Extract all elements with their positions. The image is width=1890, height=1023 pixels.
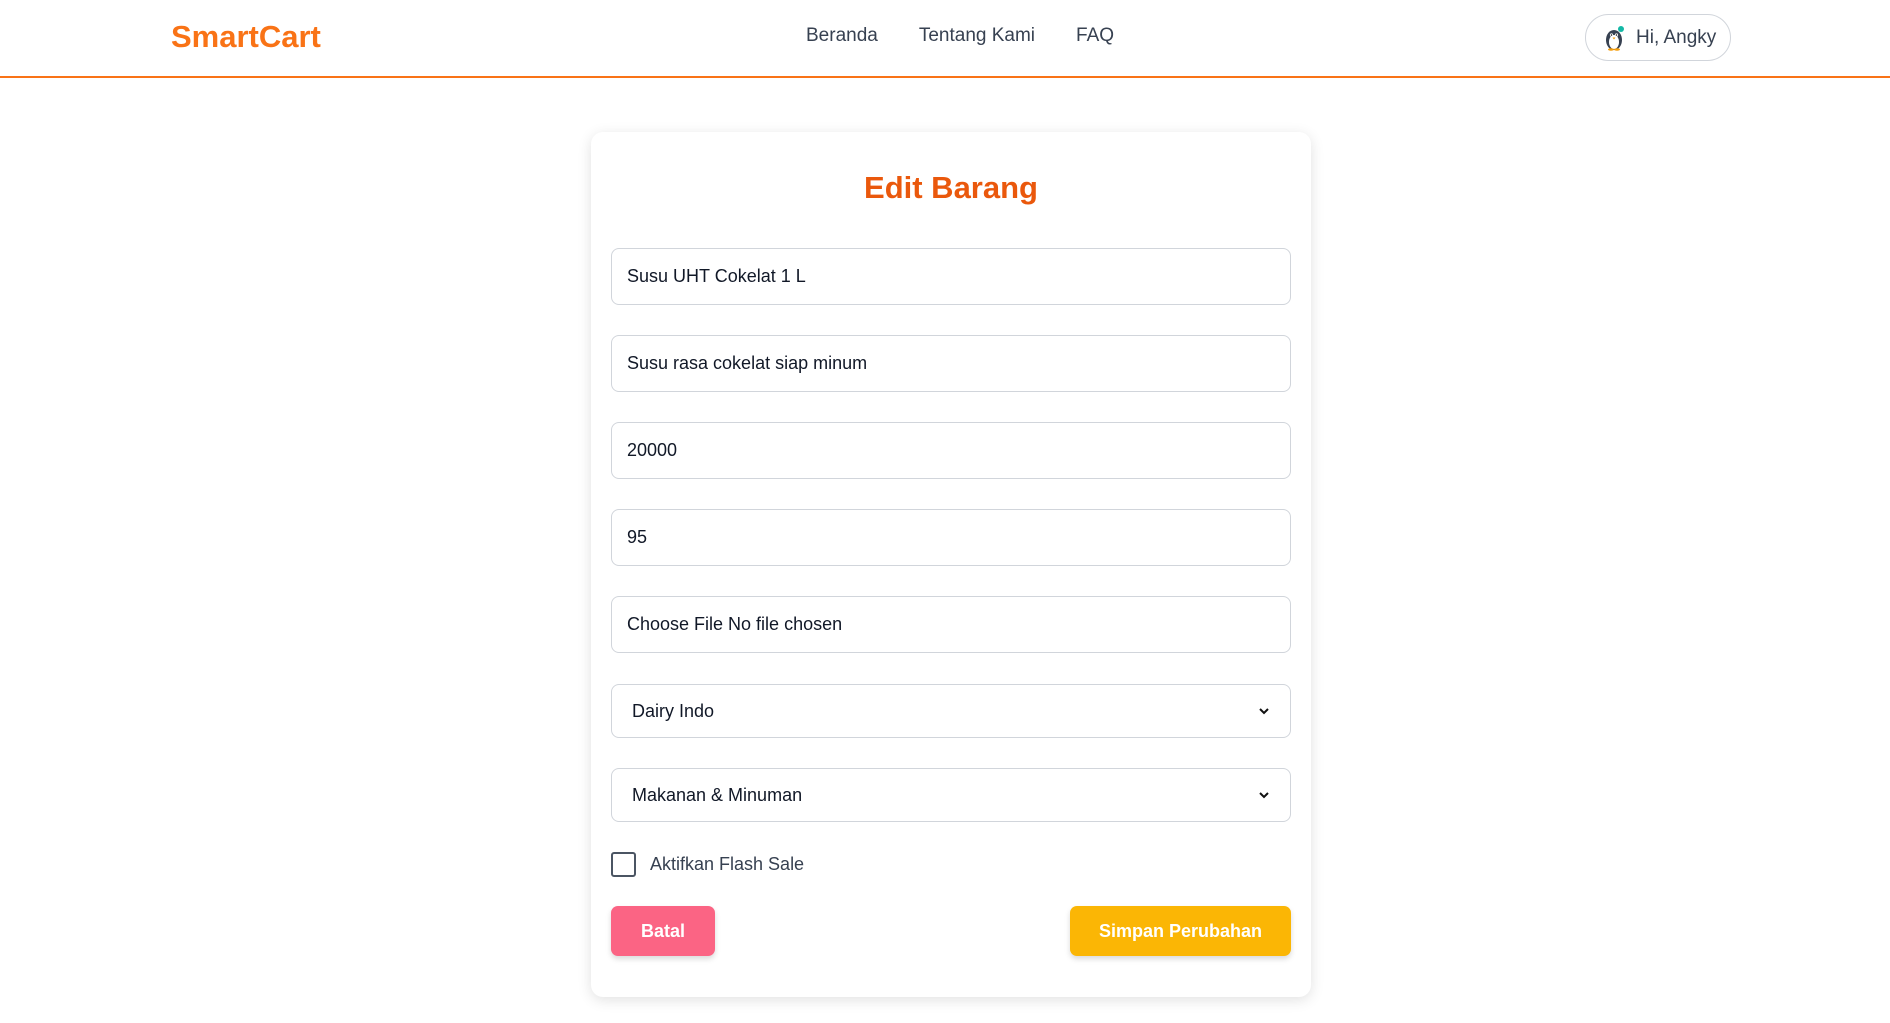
flash-sale-label: Aktifkan Flash Sale <box>650 854 805 874</box>
item-stock-input[interactable] <box>611 509 1291 566</box>
brand-select-value: Dairy Indo <box>632 700 715 721</box>
user-menu-button[interactable]: Hi, Angky <box>1585 14 1731 61</box>
item-price-input[interactable] <box>611 422 1291 479</box>
item-description-input[interactable] <box>611 335 1291 392</box>
penguin-avatar-icon <box>1606 25 1624 51</box>
brand-select[interactable]: Dairy Indo <box>611 684 1291 738</box>
image-file-input[interactable]: Choose File No file chosen <box>611 596 1291 653</box>
item-name-input[interactable] <box>611 248 1291 305</box>
chevron-down-icon <box>1259 708 1269 715</box>
flash-sale-row[interactable]: Aktifkan Flash Sale <box>611 852 804 877</box>
nav-links: Beranda Tentang Kami FAQ <box>806 25 1114 47</box>
edit-item-card: Edit Barang Choose File No file chosen D… <box>591 132 1311 997</box>
user-greeting: Hi, Angky <box>1636 26 1717 48</box>
flash-sale-checkbox[interactable] <box>611 852 636 877</box>
chevron-down-icon <box>1259 792 1269 799</box>
brand-logo[interactable]: SmartCart <box>171 19 321 55</box>
file-status: No file chosen <box>728 614 843 634</box>
page-title: Edit Barang <box>864 170 1038 205</box>
category-select-value: Makanan & Minuman <box>632 784 803 805</box>
cancel-button[interactable]: Batal <box>611 906 715 956</box>
nav-link-faq[interactable]: FAQ <box>1076 25 1114 47</box>
category-select[interactable]: Makanan & Minuman <box>611 768 1291 822</box>
choose-file-button[interactable]: Choose File <box>627 614 723 635</box>
nav-link-tentang-kami[interactable]: Tentang Kami <box>919 25 1035 47</box>
nav-link-beranda[interactable]: Beranda <box>806 25 878 47</box>
save-changes-button[interactable]: Simpan Perubahan <box>1070 906 1291 956</box>
navbar: SmartCart Beranda Tentang Kami FAQ Hi, A… <box>0 0 1890 78</box>
